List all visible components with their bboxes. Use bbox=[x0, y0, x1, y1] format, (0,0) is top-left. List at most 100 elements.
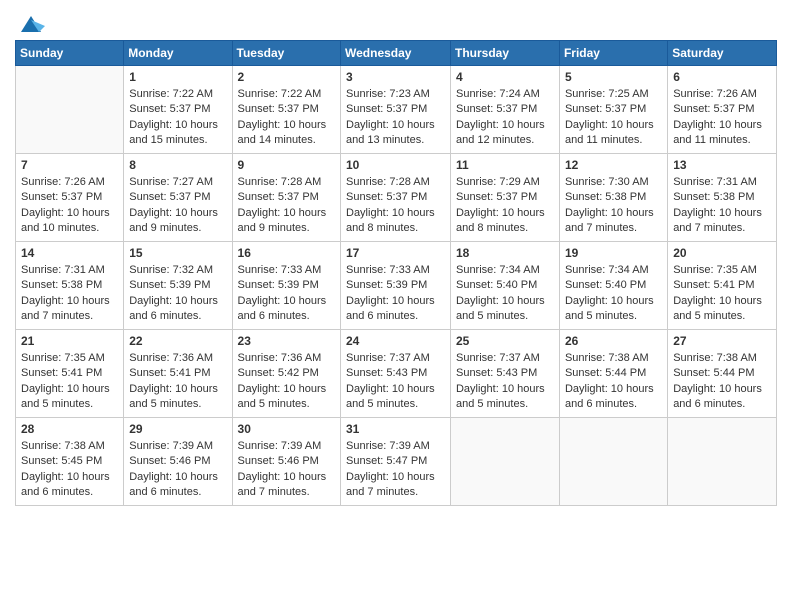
calendar-table: SundayMondayTuesdayWednesdayThursdayFrid… bbox=[15, 40, 777, 506]
page-header bbox=[15, 10, 777, 32]
calendar-cell: 29 Sunrise: 7:39 AMSunset: 5:46 PMDayligh… bbox=[124, 418, 232, 506]
calendar-cell: 13 Sunrise: 7:31 AMSunset: 5:38 PMDayligh… bbox=[668, 154, 777, 242]
calendar-cell bbox=[559, 418, 667, 506]
day-number: 13 bbox=[673, 158, 771, 172]
calendar-cell: 26Sunrise: 7:38 AMSunset: 5:44 PMDayligh… bbox=[559, 330, 667, 418]
calendar-cell: 5 Sunrise: 7:25 AMSunset: 5:37 PMDaylight… bbox=[559, 66, 667, 154]
day-number: 6 bbox=[673, 70, 771, 84]
day-number: 3 bbox=[346, 70, 445, 84]
calendar-week-4: 21 Sunrise: 7:35 AMSunset: 5:41 PMDayligh… bbox=[16, 330, 777, 418]
calendar-cell: 30Sunrise: 7:39 AMSunset: 5:46 PMDayligh… bbox=[232, 418, 340, 506]
weekday-header-wednesday: Wednesday bbox=[341, 41, 451, 66]
day-info: Sunrise: 7:31 AMSunset: 5:38 PMDaylight:… bbox=[21, 263, 118, 325]
day-number: 20 bbox=[673, 246, 771, 260]
day-info: Sunrise: 7:36 AMSunset: 5:42 PMDaylight:… bbox=[238, 351, 335, 413]
calendar-cell: 17 Sunrise: 7:33 AMSunset: 5:39 PMDayligh… bbox=[341, 242, 451, 330]
day-info: Sunrise: 7:38 AMSunset: 5:45 PMDaylight:… bbox=[21, 439, 118, 501]
weekday-header-monday: Monday bbox=[124, 41, 232, 66]
calendar-cell: 9 Sunrise: 7:28 AMSunset: 5:37 PMDaylight… bbox=[232, 154, 340, 242]
day-info: Sunrise: 7:39 AMSunset: 5:46 PMDaylight:… bbox=[129, 439, 226, 501]
day-number: 23 bbox=[238, 334, 335, 348]
day-info: Sunrise: 7:28 AMSunset: 5:37 PMDaylight:… bbox=[346, 175, 445, 237]
weekday-header-sunday: Sunday bbox=[16, 41, 124, 66]
logo-icon bbox=[17, 10, 45, 38]
calendar-week-2: 7 Sunrise: 7:26 AMSunset: 5:37 PMDaylight… bbox=[16, 154, 777, 242]
day-info: Sunrise: 7:25 AMSunset: 5:37 PMDaylight:… bbox=[565, 87, 662, 149]
day-number: 17 bbox=[346, 246, 445, 260]
weekday-header-saturday: Saturday bbox=[668, 41, 777, 66]
day-info: Sunrise: 7:34 AMSunset: 5:40 PMDaylight:… bbox=[565, 263, 662, 325]
calendar-cell: 6 Sunrise: 7:26 AMSunset: 5:37 PMDaylight… bbox=[668, 66, 777, 154]
day-info: Sunrise: 7:33 AMSunset: 5:39 PMDaylight:… bbox=[346, 263, 445, 325]
day-number: 10 bbox=[346, 158, 445, 172]
day-number: 31 bbox=[346, 422, 445, 436]
day-info: Sunrise: 7:22 AMSunset: 5:37 PMDaylight:… bbox=[238, 87, 335, 149]
day-number: 28 bbox=[21, 422, 118, 436]
day-number: 14 bbox=[21, 246, 118, 260]
calendar-cell: 20 Sunrise: 7:35 AMSunset: 5:41 PMDayligh… bbox=[668, 242, 777, 330]
day-info: Sunrise: 7:28 AMSunset: 5:37 PMDaylight:… bbox=[238, 175, 335, 237]
calendar-cell: 16 Sunrise: 7:33 AMSunset: 5:39 PMDayligh… bbox=[232, 242, 340, 330]
day-number: 9 bbox=[238, 158, 335, 172]
day-info: Sunrise: 7:35 AMSunset: 5:41 PMDaylight:… bbox=[673, 263, 771, 325]
day-info: Sunrise: 7:34 AMSunset: 5:40 PMDaylight:… bbox=[456, 263, 554, 325]
day-info: Sunrise: 7:23 AMSunset: 5:37 PMDaylight:… bbox=[346, 87, 445, 149]
day-info: Sunrise: 7:39 AMSunset: 5:46 PMDaylight:… bbox=[238, 439, 335, 501]
calendar-cell: 15 Sunrise: 7:32 AMSunset: 5:39 PMDayligh… bbox=[124, 242, 232, 330]
day-info: Sunrise: 7:33 AMSunset: 5:39 PMDaylight:… bbox=[238, 263, 335, 325]
calendar-cell: 23 Sunrise: 7:36 AMSunset: 5:42 PMDayligh… bbox=[232, 330, 340, 418]
day-number: 29 bbox=[129, 422, 226, 436]
calendar-week-5: 28 Sunrise: 7:38 AMSunset: 5:45 PMDayligh… bbox=[16, 418, 777, 506]
day-number: 16 bbox=[238, 246, 335, 260]
day-info: Sunrise: 7:30 AMSunset: 5:38 PMDaylight:… bbox=[565, 175, 662, 237]
weekday-header-thursday: Thursday bbox=[450, 41, 559, 66]
day-info: Sunrise: 7:26 AMSunset: 5:37 PMDaylight:… bbox=[21, 175, 118, 237]
day-number: 7 bbox=[21, 158, 118, 172]
day-number: 8 bbox=[129, 158, 226, 172]
day-info: Sunrise: 7:37 AMSunset: 5:43 PMDaylight:… bbox=[346, 351, 445, 413]
weekday-header-tuesday: Tuesday bbox=[232, 41, 340, 66]
day-info: Sunrise: 7:36 AMSunset: 5:41 PMDaylight:… bbox=[129, 351, 226, 413]
calendar-cell: 12 Sunrise: 7:30 AMSunset: 5:38 PMDayligh… bbox=[559, 154, 667, 242]
day-number: 21 bbox=[21, 334, 118, 348]
calendar-cell: 11 Sunrise: 7:29 AMSunset: 5:37 PMDayligh… bbox=[450, 154, 559, 242]
day-info: Sunrise: 7:29 AMSunset: 5:37 PMDaylight:… bbox=[456, 175, 554, 237]
calendar-cell: 28 Sunrise: 7:38 AMSunset: 5:45 PMDayligh… bbox=[16, 418, 124, 506]
calendar-cell bbox=[16, 66, 124, 154]
day-info: Sunrise: 7:27 AMSunset: 5:37 PMDaylight:… bbox=[129, 175, 226, 237]
day-number: 19 bbox=[565, 246, 662, 260]
day-info: Sunrise: 7:38 AMSunset: 5:44 PMDaylight:… bbox=[673, 351, 771, 413]
day-number: 24 bbox=[346, 334, 445, 348]
day-number: 5 bbox=[565, 70, 662, 84]
day-info: Sunrise: 7:37 AMSunset: 5:43 PMDaylight:… bbox=[456, 351, 554, 413]
day-number: 18 bbox=[456, 246, 554, 260]
day-info: Sunrise: 7:35 AMSunset: 5:41 PMDaylight:… bbox=[21, 351, 118, 413]
day-info: Sunrise: 7:38 AMSunset: 5:44 PMDaylight:… bbox=[565, 351, 662, 413]
day-info: Sunrise: 7:31 AMSunset: 5:38 PMDaylight:… bbox=[673, 175, 771, 237]
calendar-week-3: 14 Sunrise: 7:31 AMSunset: 5:38 PMDayligh… bbox=[16, 242, 777, 330]
calendar-cell: 22Sunrise: 7:36 AMSunset: 5:41 PMDayligh… bbox=[124, 330, 232, 418]
day-info: Sunrise: 7:26 AMSunset: 5:37 PMDaylight:… bbox=[673, 87, 771, 149]
day-info: Sunrise: 7:22 AMSunset: 5:37 PMDaylight:… bbox=[129, 87, 226, 149]
calendar-cell: 4 Sunrise: 7:24 AMSunset: 5:37 PMDaylight… bbox=[450, 66, 559, 154]
calendar-cell: 1 Sunrise: 7:22 AMSunset: 5:37 PMDaylight… bbox=[124, 66, 232, 154]
calendar-cell: 2 Sunrise: 7:22 AMSunset: 5:37 PMDaylight… bbox=[232, 66, 340, 154]
calendar-cell: 10 Sunrise: 7:28 AMSunset: 5:37 PMDayligh… bbox=[341, 154, 451, 242]
calendar-cell: 25Sunrise: 7:37 AMSunset: 5:43 PMDayligh… bbox=[450, 330, 559, 418]
calendar-cell bbox=[450, 418, 559, 506]
day-info: Sunrise: 7:24 AMSunset: 5:37 PMDaylight:… bbox=[456, 87, 554, 149]
day-number: 12 bbox=[565, 158, 662, 172]
day-info: Sunrise: 7:32 AMSunset: 5:39 PMDaylight:… bbox=[129, 263, 226, 325]
calendar-cell: 18 Sunrise: 7:34 AMSunset: 5:40 PMDayligh… bbox=[450, 242, 559, 330]
day-number: 11 bbox=[456, 158, 554, 172]
calendar-cell: 21 Sunrise: 7:35 AMSunset: 5:41 PMDayligh… bbox=[16, 330, 124, 418]
day-number: 2 bbox=[238, 70, 335, 84]
calendar-cell: 31 Sunrise: 7:39 AMSunset: 5:47 PMDayligh… bbox=[341, 418, 451, 506]
calendar-cell: 19 Sunrise: 7:34 AMSunset: 5:40 PMDayligh… bbox=[559, 242, 667, 330]
calendar-cell: 24 Sunrise: 7:37 AMSunset: 5:43 PMDayligh… bbox=[341, 330, 451, 418]
day-number: 4 bbox=[456, 70, 554, 84]
day-info: Sunrise: 7:39 AMSunset: 5:47 PMDaylight:… bbox=[346, 439, 445, 501]
day-number: 15 bbox=[129, 246, 226, 260]
day-number: 1 bbox=[129, 70, 226, 84]
calendar-cell: 3 Sunrise: 7:23 AMSunset: 5:37 PMDaylight… bbox=[341, 66, 451, 154]
